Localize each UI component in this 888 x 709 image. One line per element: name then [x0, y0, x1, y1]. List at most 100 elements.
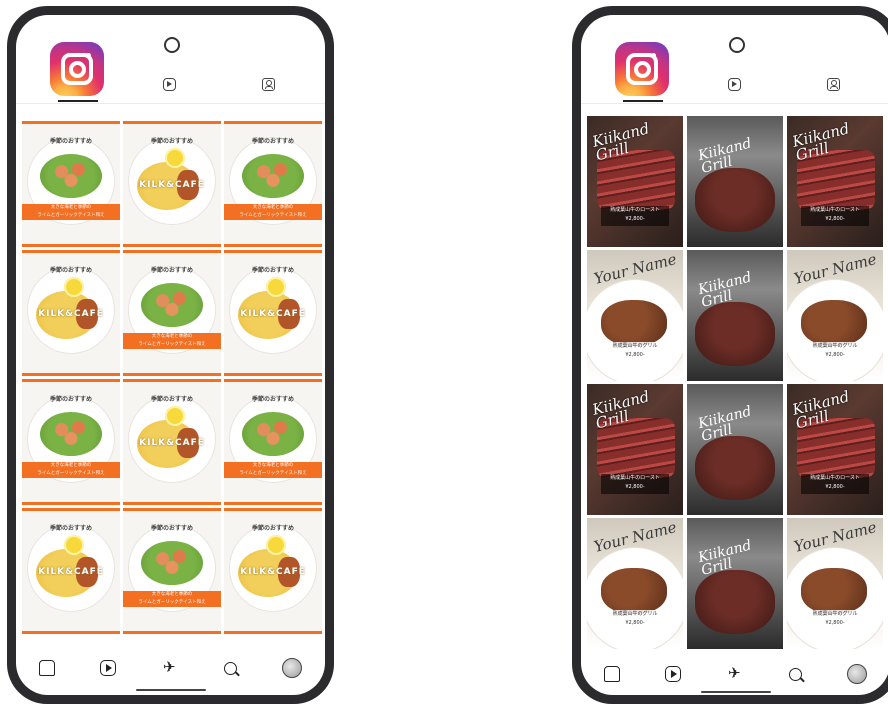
grid-post[interactable]: Kiikand Grill: [687, 116, 783, 247]
instagram-icon-lens: [634, 61, 651, 78]
grid-post[interactable]: 季節のおすすめ KILK&CAFE: [123, 379, 221, 505]
shrimp-salad-image: [40, 154, 102, 198]
search-icon[interactable]: [788, 667, 802, 681]
grid-post[interactable]: 季節のおすすめ KILK&CAFE: [224, 250, 322, 376]
shrimp-salad-image: [242, 154, 304, 198]
post-logo: KILK&CAFE: [240, 309, 306, 319]
steak-image: [695, 302, 775, 366]
post-title: 季節のおすすめ: [251, 138, 294, 145]
post-title: 季節のおすすめ: [49, 267, 92, 274]
grid-post[interactable]: 季節のおすすめ 大きな海老と季節の ライムとガーリックテイスト和え: [123, 250, 221, 376]
screen: 季節のおすすめ 大きな海老と季節の ライムとガーリックテイスト和え 季節のおすす…: [16, 15, 325, 695]
post-caption: 熟成葉山牛のロースト ¥2,800-: [601, 206, 669, 226]
reels-icon[interactable]: [163, 78, 176, 91]
band-line: 大きな海老と季節の: [50, 205, 92, 210]
grid-post[interactable]: Your Name 熟成葉山牛のグリル ¥2,800-: [587, 250, 683, 381]
grid-post[interactable]: 季節のおすすめ 大きな海老と季節の ライムとガーリックテイスト和え: [224, 379, 322, 505]
post-caption: 熟成葉山牛のロースト ¥2,800-: [601, 474, 669, 494]
caption-line: 熟成葉山牛のグリル: [812, 343, 858, 349]
band-line: ライムとガーリックテイスト和え: [37, 213, 105, 218]
grid-post[interactable]: Kiikand Grill: [687, 518, 783, 649]
band-line: 大きな海老と季節の: [151, 592, 193, 597]
grid-post[interactable]: 季節のおすすめ 大きな海老と季節の ライムとガーリックテイスト和え: [123, 508, 221, 634]
front-camera: [163, 37, 180, 53]
caption-line: ¥2,800-: [825, 352, 845, 358]
lemon-image: [165, 148, 185, 168]
home-indicator[interactable]: [135, 689, 206, 691]
send-icon[interactable]: [162, 658, 178, 676]
band-line: ライムとガーリックテイスト和え: [138, 600, 206, 605]
grilled-meat-image: [801, 568, 867, 614]
shrimp-salad-image: [141, 283, 203, 327]
home-indicator[interactable]: [700, 691, 771, 693]
post-grid: Kiikand Grill 熟成葉山牛のロースト ¥2,800- Kiikand…: [587, 116, 883, 649]
caption-line: ¥2,800-: [625, 484, 645, 490]
post-logo: KILK&CAFE: [139, 438, 205, 448]
post-caption: 熟成葉山牛のグリル ¥2,800-: [595, 610, 675, 630]
grid-post[interactable]: 季節のおすすめ KILK&CAFE: [224, 508, 322, 634]
divider: [581, 103, 888, 104]
post-title: 季節のおすすめ: [49, 525, 92, 532]
instagram-icon-lens: [69, 61, 86, 78]
grid-post[interactable]: 季節のおすすめ 大きな海老と季節の ライムとガーリックテイスト和え: [224, 121, 322, 247]
divider: [16, 103, 325, 104]
grid-post[interactable]: Your Name 熟成葉山牛のグリル ¥2,800-: [587, 518, 683, 649]
grid-post[interactable]: Kiikand Grill 熟成葉山牛のロースト ¥2,800-: [587, 116, 683, 247]
grid-post[interactable]: 季節のおすすめ KILK&CAFE: [22, 250, 120, 376]
grid-post[interactable]: Your Name 熟成葉山牛のグリル ¥2,800-: [787, 250, 883, 381]
band-line: ライムとガーリックテイスト和え: [239, 213, 307, 218]
grid-post[interactable]: 季節のおすすめ KILK&CAFE: [22, 508, 120, 634]
instagram-icon[interactable]: [615, 42, 669, 96]
post-title: 季節のおすすめ: [49, 396, 92, 403]
post-title: 季節のおすすめ: [150, 525, 193, 532]
reels-icon[interactable]: [100, 660, 117, 676]
post-title: 季節のおすすめ: [49, 138, 92, 145]
grid-post[interactable]: 季節のおすすめ KILK&CAFE: [123, 121, 221, 247]
phone-left: 季節のおすすめ 大きな海老と季節の ライムとガーリックテイスト和え 季節のおすす…: [7, 6, 334, 704]
grid-post[interactable]: Kiikand Grill 熟成葉山牛のロースト ¥2,800-: [787, 116, 883, 247]
front-camera: [728, 37, 745, 53]
reels-icon[interactable]: [665, 666, 682, 682]
post-caption: 熟成葉山牛のグリル ¥2,800-: [795, 610, 875, 630]
tagged-icon[interactable]: [827, 78, 840, 91]
post-caption: 熟成葉山牛のロースト ¥2,800-: [801, 206, 869, 226]
caption-line: 熟成葉山牛のグリル: [612, 343, 658, 349]
send-icon[interactable]: [727, 664, 743, 682]
lemon-image: [64, 277, 84, 297]
grid-post[interactable]: Your Name 熟成葉山牛のグリル ¥2,800-: [787, 518, 883, 649]
home-icon[interactable]: [38, 660, 55, 676]
grid-post[interactable]: 季節のおすすめ 大きな海老と季節の ライムとガーリックテイスト和え: [22, 121, 120, 247]
grid-post[interactable]: Kiikand Grill: [687, 250, 783, 381]
caption-line: 熟成葉山牛のグリル: [812, 611, 858, 617]
lemon-image: [165, 406, 185, 426]
post-caption: 熟成葉山牛のグリル ¥2,800-: [795, 342, 875, 362]
avatar[interactable]: [282, 658, 303, 678]
band-line: ライムとガーリックテイスト和え: [239, 471, 307, 476]
caption-line: ¥2,800-: [625, 620, 645, 626]
home-icon[interactable]: [603, 666, 620, 682]
shrimp-salad-image: [141, 541, 203, 585]
post-band: 大きな海老と季節の ライムとガーリックテイスト和え: [123, 591, 221, 607]
reels-icon[interactable]: [728, 78, 741, 91]
post-logo: KILK&CAFE: [38, 567, 104, 577]
steak-image: [695, 168, 775, 232]
grid-post[interactable]: Kiikand Grill: [687, 384, 783, 515]
grid-post[interactable]: Kiikand Grill 熟成葉山牛のロースト ¥2,800-: [587, 384, 683, 515]
post-grid: 季節のおすすめ 大きな海老と季節の ライムとガーリックテイスト和え 季節のおすす…: [22, 121, 322, 634]
bottom-navigation: [16, 643, 325, 693]
post-band: 大きな海老と季節の ライムとガーリックテイスト和え: [224, 204, 322, 220]
search-icon[interactable]: [223, 661, 237, 675]
post-caption: 熟成葉山牛のグリル ¥2,800-: [595, 342, 675, 362]
shrimp-salad-image: [40, 412, 102, 456]
instagram-icon[interactable]: [50, 42, 104, 96]
post-title: 季節のおすすめ: [251, 396, 294, 403]
caption-line: 熟成葉山牛のグリル: [612, 611, 658, 617]
phone-right: Kiikand Grill 熟成葉山牛のロースト ¥2,800- Kiikand…: [572, 6, 888, 704]
caption-line: ¥2,800-: [825, 620, 845, 626]
avatar[interactable]: [847, 664, 868, 684]
active-tab-indicator: [58, 100, 98, 102]
tagged-icon[interactable]: [262, 78, 275, 91]
grid-post[interactable]: 季節のおすすめ 大きな海老と季節の ライムとガーリックテイスト和え: [22, 379, 120, 505]
caption-line: ¥2,800-: [825, 484, 845, 490]
grid-post[interactable]: Kiikand Grill 熟成葉山牛のロースト ¥2,800-: [787, 384, 883, 515]
